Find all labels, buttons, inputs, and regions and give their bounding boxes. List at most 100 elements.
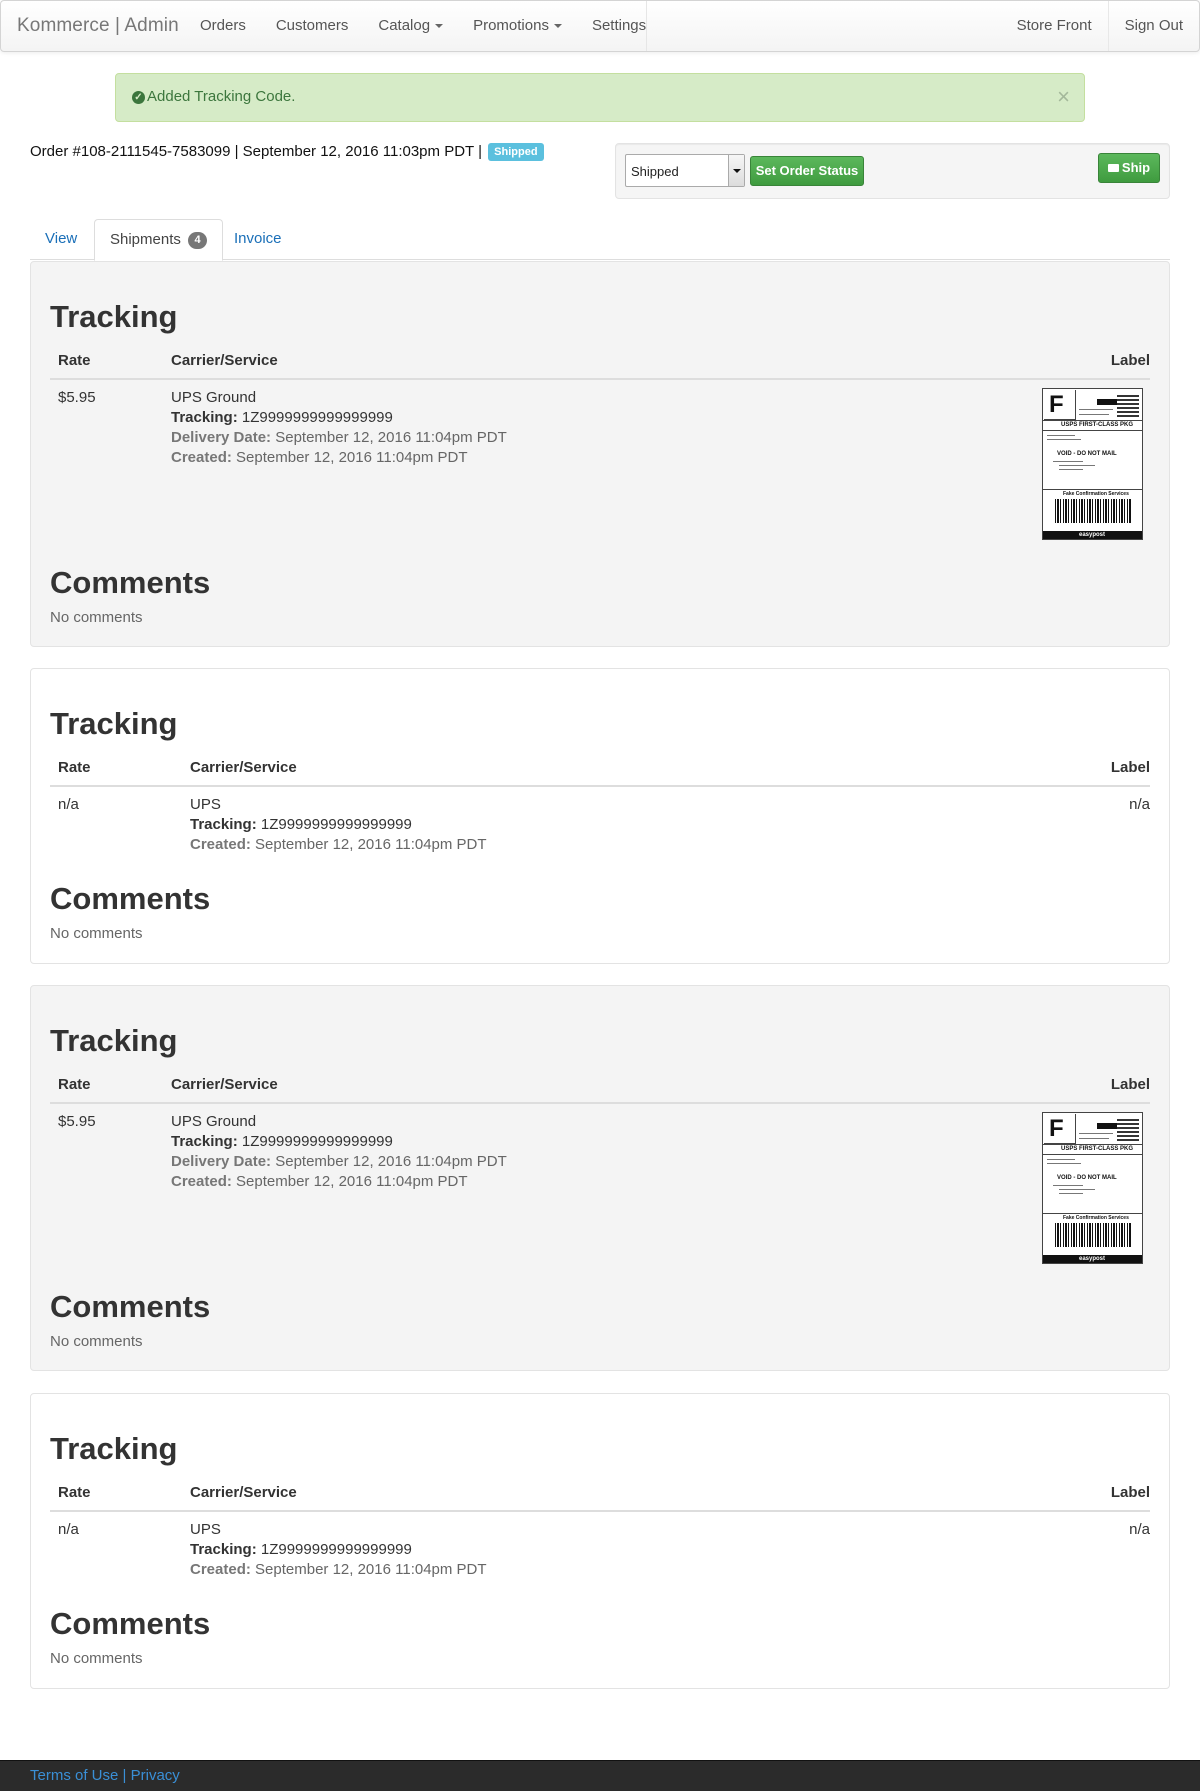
created-row: Created: September 12, 2016 11:04pm PDT bbox=[171, 1172, 468, 1192]
shipment-rate: $5.95 bbox=[58, 389, 96, 406]
shipments-count-badge: 4 bbox=[188, 232, 208, 249]
carrier-column-header: Carrier/Service bbox=[171, 1076, 278, 1093]
label-line bbox=[1079, 1138, 1109, 1139]
nav-store-front[interactable]: Store Front bbox=[1001, 1, 1108, 51]
tracking-number: 1Z9999999999999999 bbox=[241, 1133, 393, 1150]
tab-shipments[interactable]: Shipments 4 bbox=[94, 219, 224, 261]
created-label: Created: bbox=[190, 1561, 251, 1578]
label-column-header: Label bbox=[1110, 759, 1150, 776]
nav-customers[interactable]: Customers bbox=[261, 1, 364, 51]
label-service-text: USPS FIRST-CLASS PKG bbox=[1061, 1146, 1134, 1152]
nav-sign-out[interactable]: Sign Out bbox=[1107, 1, 1199, 51]
shipment-rate: $5.95 bbox=[58, 1113, 96, 1130]
close-icon[interactable]: × bbox=[1057, 85, 1070, 109]
nav-settings[interactable]: Settings bbox=[577, 1, 661, 51]
created-label: Created: bbox=[171, 449, 232, 466]
success-alert: ✓ Added Tracking Code. × bbox=[115, 73, 1085, 122]
carrier-column-header: Carrier/Service bbox=[190, 759, 297, 776]
tracking-number: 1Z9999999999999999 bbox=[260, 816, 412, 833]
ship-button-label: Ship bbox=[1121, 160, 1151, 175]
label-column-header: Label bbox=[1110, 1076, 1150, 1093]
comments-empty-text: No comments bbox=[50, 1333, 143, 1350]
label-class-letter: F bbox=[1049, 391, 1064, 418]
shipment-label-value: n/a bbox=[1129, 1521, 1150, 1538]
chevron-down-icon bbox=[728, 155, 744, 186]
label-line bbox=[1043, 420, 1142, 421]
label-column-header: Label bbox=[1110, 352, 1150, 369]
tracking-label: Tracking: bbox=[171, 1133, 238, 1150]
tab-view[interactable]: View bbox=[30, 219, 92, 260]
tracking-label: Tracking: bbox=[190, 816, 257, 833]
shipping-label-thumbnail[interactable]: F USPS FIRST-CLASS PKG VOID - DO NOT MAI… bbox=[1042, 1112, 1143, 1264]
label-black-bar bbox=[1097, 399, 1117, 405]
terms-of-use-link[interactable]: Terms of Use bbox=[30, 1767, 118, 1784]
nav-orders[interactable]: Orders bbox=[185, 1, 261, 51]
tracking-heading: Tracking bbox=[50, 299, 178, 334]
shipment-rate: n/a bbox=[58, 796, 79, 813]
label-line bbox=[1043, 1154, 1142, 1155]
created-row: Created: September 12, 2016 11:04pm PDT bbox=[190, 835, 487, 855]
tracking-heading: Tracking bbox=[50, 1431, 178, 1466]
created-row: Created: September 12, 2016 11:04pm PDT bbox=[190, 1560, 487, 1580]
comments-empty-text: No comments bbox=[50, 925, 143, 942]
created-label: Created: bbox=[171, 1173, 232, 1190]
table-divider bbox=[50, 1510, 1150, 1512]
nav-promotions-dropdown[interactable]: Promotions bbox=[458, 1, 577, 51]
ship-button[interactable]: Ship bbox=[1098, 153, 1160, 183]
tracking-row: Tracking: 1Z9999999999999999 bbox=[171, 408, 393, 428]
tracking-label: Tracking: bbox=[190, 1541, 257, 1558]
brand-logo[interactable]: Kommerce | Admin bbox=[17, 15, 179, 37]
label-line bbox=[1043, 430, 1142, 431]
order-status-select[interactable]: Shipped bbox=[625, 154, 745, 187]
tracking-label: Tracking: bbox=[171, 409, 238, 426]
tab-invoice[interactable]: Invoice bbox=[219, 219, 297, 260]
privacy-link[interactable]: Privacy bbox=[131, 1767, 180, 1784]
shipment-panel: Tracking Rate Carrier/Service Label $5.9… bbox=[30, 261, 1170, 647]
tracking-heading: Tracking bbox=[50, 706, 178, 741]
label-line bbox=[1059, 465, 1095, 466]
label-barcode-caption: Fake Confirmation Services bbox=[1063, 1215, 1129, 1221]
label-brand-text: easypost bbox=[1079, 532, 1106, 538]
delivery-date-label: Delivery Date: bbox=[171, 429, 272, 446]
tab-shipments-label: Shipments bbox=[110, 231, 181, 248]
shipping-label-thumbnail[interactable]: F USPS FIRST-CLASS PKG VOID - DO NOT MAI… bbox=[1042, 388, 1143, 540]
label-void-text: VOID - DO NOT MAIL bbox=[1057, 451, 1117, 457]
nav-promotions-label: Promotions bbox=[473, 17, 549, 34]
comments-heading: Comments bbox=[50, 565, 211, 600]
tracking-row: Tracking: 1Z9999999999999999 bbox=[171, 1132, 393, 1152]
shipment-carrier: UPS Ground bbox=[171, 1113, 257, 1130]
delivery-date-value: September 12, 2016 11:04pm PDT bbox=[275, 429, 507, 446]
label-line bbox=[1047, 1159, 1075, 1160]
right-nav: Store Front Sign Out bbox=[1001, 1, 1199, 51]
label-class-letter: F bbox=[1049, 1115, 1064, 1142]
main-nav: Orders Customers Catalog Promotions Sett… bbox=[185, 1, 661, 51]
shipment-carrier: UPS bbox=[190, 796, 221, 813]
label-line bbox=[1079, 409, 1113, 410]
rate-column-header: Rate bbox=[58, 1076, 91, 1093]
tracking-number: 1Z9999999999999999 bbox=[260, 1541, 412, 1558]
label-line bbox=[1047, 1163, 1081, 1164]
delivery-date-label: Delivery Date: bbox=[171, 1153, 272, 1170]
comments-heading: Comments bbox=[50, 881, 211, 916]
table-divider bbox=[50, 378, 1150, 380]
page-footer: Terms of Use | Privacy bbox=[0, 1760, 1200, 1791]
barcode-icon bbox=[1055, 499, 1131, 523]
rate-column-header: Rate bbox=[58, 1484, 91, 1501]
table-divider bbox=[50, 785, 1150, 787]
order-status-panel: Shipped Set Order Status Ship bbox=[615, 143, 1170, 199]
nav-catalog-dropdown[interactable]: Catalog bbox=[363, 1, 458, 51]
order-status-select-value: Shipped bbox=[631, 164, 679, 179]
barcode-icon bbox=[1055, 1223, 1131, 1247]
label-line bbox=[1053, 1185, 1083, 1186]
shipment-label-value: n/a bbox=[1129, 796, 1150, 813]
label-void-text: VOID - DO NOT MAIL bbox=[1057, 1175, 1117, 1181]
delivery-row: Delivery Date: September 12, 2016 11:04p… bbox=[171, 428, 507, 448]
tracking-number: 1Z9999999999999999 bbox=[241, 409, 393, 426]
set-order-status-button[interactable]: Set Order Status bbox=[750, 156, 864, 186]
nav-divider bbox=[646, 1, 647, 51]
footer-links: Terms of Use | Privacy bbox=[30, 1767, 180, 1784]
label-line bbox=[1043, 1213, 1142, 1214]
shipment-panel: Tracking Rate Carrier/Service Label n/a … bbox=[30, 668, 1170, 964]
tracking-row: Tracking: 1Z9999999999999999 bbox=[190, 815, 412, 835]
rate-column-header: Rate bbox=[58, 759, 91, 776]
